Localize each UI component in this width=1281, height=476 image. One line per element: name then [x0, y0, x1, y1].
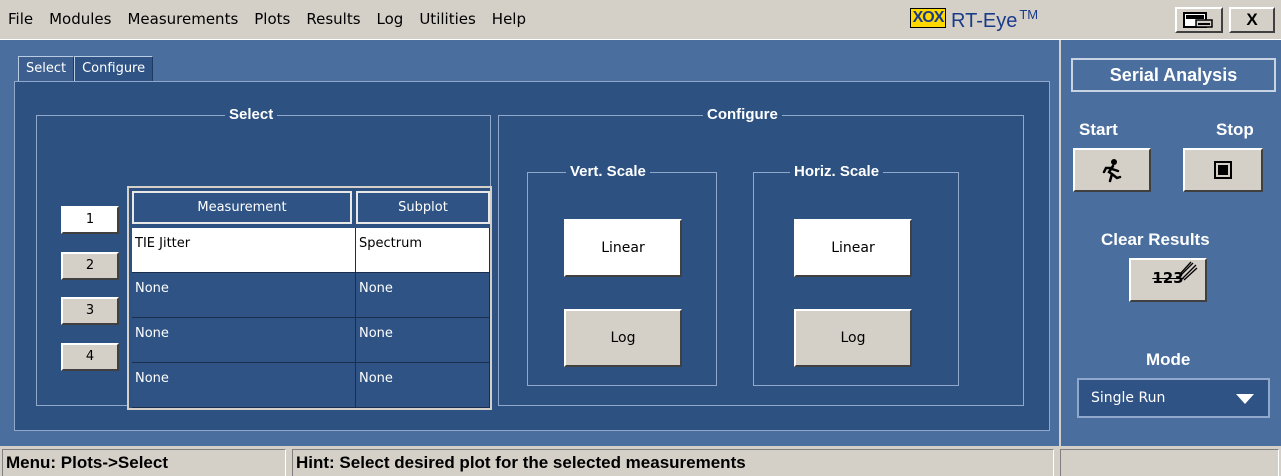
main-area: Select Configure Select 1 2 3 4 Measurem…	[0, 40, 1059, 446]
horiz-scale-groupbox: Horiz. Scale Linear Log	[753, 163, 959, 386]
clear-results-button[interactable]: 123	[1129, 258, 1207, 302]
table-row[interactable]: None None	[132, 363, 490, 408]
clear-results-label: Clear Results	[1101, 230, 1210, 249]
table-row[interactable]: None None	[132, 273, 490, 318]
status-bar: Menu: Plots->Select Hint: Select desired…	[0, 446, 1281, 476]
tab-configure[interactable]: Configure	[74, 56, 154, 82]
vert-linear-button[interactable]: Linear	[564, 219, 682, 277]
menu-measurements[interactable]: Measurements	[125, 10, 240, 28]
brand: XOX RT-Eye TM	[910, 6, 1038, 33]
close-button[interactable]: X	[1229, 7, 1275, 33]
measurement-cell[interactable]: None	[132, 363, 356, 408]
menu-file[interactable]: File	[6, 10, 35, 28]
serial-analysis-title: Serial Analysis	[1071, 58, 1276, 92]
measurement-cell[interactable]: TIE Jitter	[132, 228, 356, 273]
row-3-button[interactable]: 3	[61, 297, 119, 325]
status-extra	[1060, 449, 1279, 476]
close-icon: X	[1246, 10, 1258, 29]
start-label: Start	[1079, 120, 1118, 139]
configure-groupbox: Configure Vert. Scale Linear Log Horiz. …	[498, 106, 1024, 406]
table-row[interactable]: None None	[132, 318, 490, 363]
menu-utilities[interactable]: Utilities	[417, 10, 477, 28]
menu-log[interactable]: Log	[375, 10, 406, 28]
stop-label: Stop	[1216, 120, 1254, 139]
status-hint: Hint: Select desired plot for the select…	[292, 449, 1054, 476]
menu-bar: File Modules Measurements Plots Results …	[0, 0, 1281, 40]
configure-group-title: Configure	[703, 106, 782, 123]
stop-icon	[1214, 161, 1232, 179]
start-button[interactable]	[1073, 148, 1151, 192]
mode-value: Single Run	[1091, 390, 1166, 406]
menu-plots[interactable]: Plots	[252, 10, 292, 28]
brand-name: RT-Eye	[951, 10, 1018, 32]
select-groupbox: Select 1 2 3 4 Measurement Subplot TIE J…	[36, 106, 492, 410]
tab-bar: Select Configure	[18, 56, 154, 82]
minimize-icon	[1183, 12, 1213, 28]
brand-logo: XOX	[910, 8, 946, 28]
menu-help[interactable]: Help	[490, 10, 528, 28]
horiz-linear-button[interactable]: Linear	[794, 219, 912, 277]
horiz-log-button[interactable]: Log	[794, 309, 912, 367]
table-row[interactable]: TIE Jitter Spectrum	[132, 228, 490, 273]
menu-items: File Modules Measurements Plots Results …	[6, 10, 540, 28]
brand-trademark: TM	[1019, 7, 1039, 22]
measurement-column-header: Measurement	[132, 191, 352, 224]
select-group-title: Select	[225, 106, 278, 123]
measurement-table: Measurement Subplot TIE Jitter Spectrum …	[127, 186, 492, 410]
horiz-scale-title: Horiz. Scale	[790, 163, 884, 180]
mode-label: Mode	[1146, 350, 1191, 369]
row-2-button[interactable]: 2	[61, 252, 119, 280]
row-1-button[interactable]: 1	[61, 206, 119, 234]
subplot-cell[interactable]: Spectrum	[356, 228, 490, 273]
tab-select[interactable]: Select	[18, 56, 75, 82]
mode-dropdown[interactable]: Single Run	[1077, 378, 1270, 418]
tab-panel: Select 1 2 3 4 Measurement Subplot TIE J…	[14, 81, 1050, 431]
vert-scale-title: Vert. Scale	[566, 163, 650, 180]
vert-scale-groupbox: Vert. Scale Linear Log	[527, 163, 717, 386]
minimize-button[interactable]	[1175, 7, 1223, 33]
menu-results[interactable]: Results	[304, 10, 362, 28]
serial-analysis-panel: Serial Analysis Start Stop Clear Results…	[1059, 40, 1281, 446]
clear-results-icon: 123	[1152, 261, 1198, 287]
stop-button[interactable]	[1183, 148, 1263, 192]
subplot-column-header: Subplot	[356, 191, 490, 224]
menu-modules[interactable]: Modules	[47, 10, 113, 28]
status-menu-path: Menu: Plots->Select	[2, 449, 286, 476]
subplot-cell[interactable]: None	[356, 273, 490, 318]
measurement-cell[interactable]: None	[132, 273, 356, 318]
subplot-cell[interactable]: None	[356, 318, 490, 363]
row-4-button[interactable]: 4	[61, 343, 119, 371]
chevron-down-icon	[1236, 394, 1254, 404]
running-man-icon	[1102, 159, 1122, 183]
vert-log-button[interactable]: Log	[564, 309, 682, 367]
subplot-cell[interactable]: None	[356, 363, 490, 408]
measurement-cell[interactable]: None	[132, 318, 356, 363]
